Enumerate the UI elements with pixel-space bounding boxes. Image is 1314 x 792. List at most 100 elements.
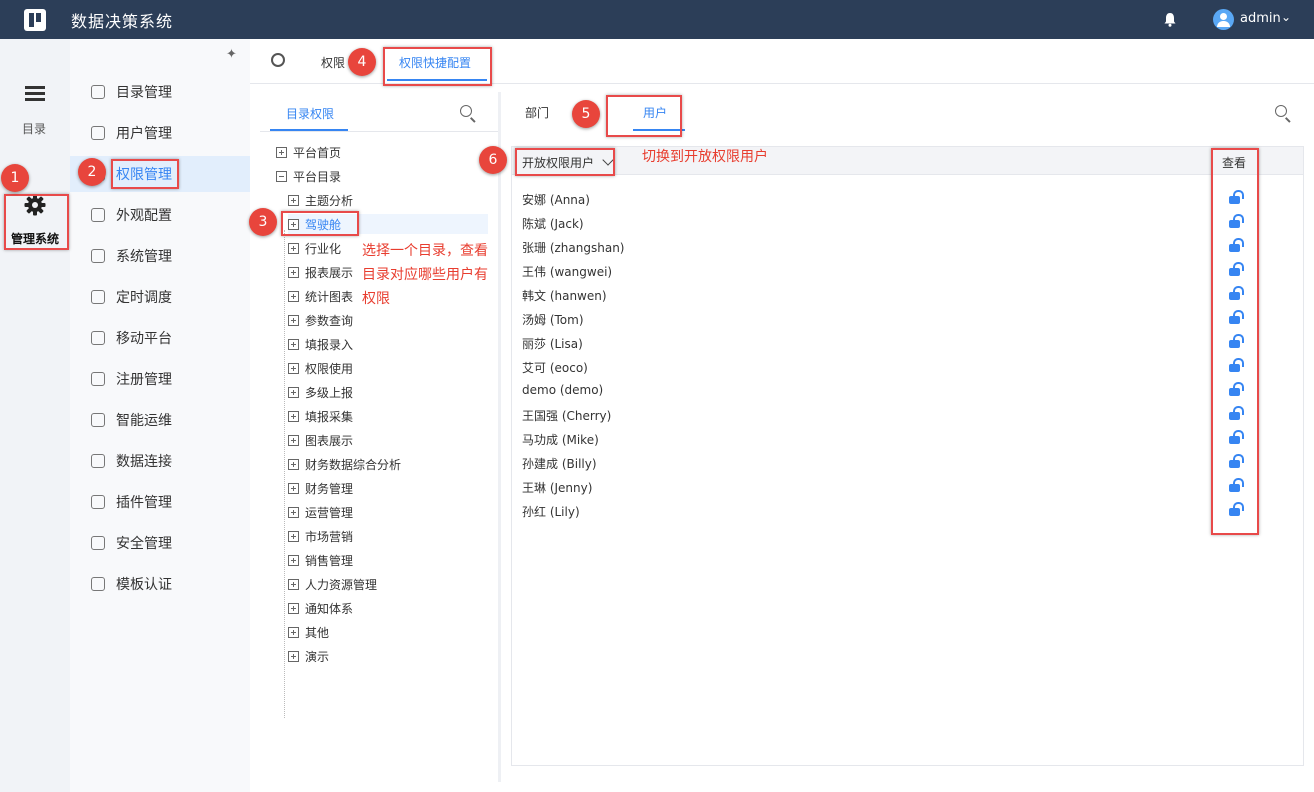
sidebar-item-catalog[interactable]: 目录管理 xyxy=(70,74,250,110)
expand-icon[interactable] xyxy=(288,458,299,470)
sidebar-item-label: 定时调度 xyxy=(116,290,172,306)
tree-node-label: 销售管理 xyxy=(305,553,354,568)
step-badge: 1 xyxy=(1,164,29,192)
table-row: 王国强 (Cherry) xyxy=(522,409,612,423)
step-badge: 3 xyxy=(249,208,277,236)
mobile-icon xyxy=(91,331,105,345)
expand-icon[interactable] xyxy=(288,626,299,638)
expand-icon[interactable] xyxy=(288,242,299,254)
expand-icon[interactable] xyxy=(288,506,299,518)
tree-node-label: 财务管理 xyxy=(305,481,354,496)
table-header: 开放权限用户 查看 xyxy=(512,147,1303,175)
user-name[interactable]: admin xyxy=(1240,11,1281,26)
sidebar-item-label: 插件管理 xyxy=(116,495,172,511)
expand-icon[interactable] xyxy=(288,290,299,302)
callout-box xyxy=(4,194,69,250)
sidebar-item-register[interactable]: 注册管理 xyxy=(70,361,250,397)
app-logo-icon xyxy=(24,8,46,31)
tree-node[interactable]: 平台目录 xyxy=(276,166,341,186)
tab-department[interactable]: 部门 xyxy=(525,104,549,121)
sidebar-item-security[interactable]: 安全管理 xyxy=(70,525,250,561)
expand-icon[interactable] xyxy=(288,482,299,494)
tree-node[interactable]: 统计图表 xyxy=(288,286,353,306)
sidebar-item-users[interactable]: 用户管理 xyxy=(70,115,250,151)
register-icon xyxy=(91,372,105,386)
divider xyxy=(260,131,498,132)
tree-node-label: 参数查询 xyxy=(305,313,354,328)
pin-icon[interactable]: ✦ xyxy=(226,47,237,62)
tree-node[interactable]: 平台首页 xyxy=(276,142,341,162)
settings-icon[interactable] xyxy=(271,53,285,67)
sidebar-item-system[interactable]: 系统管理 xyxy=(70,238,250,274)
step-badge: 2 xyxy=(78,158,106,186)
tree-node-label: 统计图表 xyxy=(305,289,354,304)
sidebar-item-mobile[interactable]: 移动平台 xyxy=(70,320,250,356)
brush-icon xyxy=(91,208,105,222)
tree-guide-line xyxy=(284,230,285,718)
expand-icon[interactable] xyxy=(288,266,299,278)
tree-node[interactable]: 报表展示 xyxy=(288,262,353,282)
expand-icon[interactable] xyxy=(288,314,299,326)
tree-node[interactable]: 演示 xyxy=(288,646,329,666)
tree-node[interactable]: 通知体系 xyxy=(288,598,353,618)
expand-icon[interactable] xyxy=(288,650,299,662)
top-bar: 数据决策系统 admin ⌄ xyxy=(0,0,1314,39)
tree-node[interactable]: 人力资源管理 xyxy=(288,574,377,594)
tree-node[interactable]: 权限使用 xyxy=(288,358,353,378)
list-icon[interactable] xyxy=(25,86,45,102)
tree-node[interactable]: 主题分析 xyxy=(288,190,353,210)
annotation-note: 切换到开放权限用户 xyxy=(642,149,768,165)
bell-icon[interactable] xyxy=(1163,12,1177,27)
expand-icon[interactable] xyxy=(288,554,299,566)
search-icon[interactable] xyxy=(460,105,472,117)
table-row: 安娜 (Anna) xyxy=(522,193,590,207)
expand-icon[interactable] xyxy=(288,194,299,206)
tree-node[interactable]: 市场营销 xyxy=(288,526,353,546)
tree-node[interactable]: 财务管理 xyxy=(288,478,353,498)
tree-node[interactable]: 参数查询 xyxy=(288,310,353,330)
tree-node-label: 其他 xyxy=(305,625,330,640)
app-title: 数据决策系统 xyxy=(71,11,174,31)
tree-node[interactable]: 其他 xyxy=(288,622,329,642)
tree-node[interactable]: 填报录入 xyxy=(288,334,353,354)
sidebar-item-label: 智能运维 xyxy=(116,413,172,429)
chevron-down-icon[interactable]: ⌄ xyxy=(1281,10,1291,24)
expand-icon[interactable] xyxy=(288,386,299,398)
sidebar-item-plugins[interactable]: 插件管理 xyxy=(70,484,250,520)
table-row: demo (demo) xyxy=(522,383,604,397)
collapse-icon[interactable] xyxy=(276,170,287,182)
avatar[interactable] xyxy=(1213,9,1234,30)
expand-icon[interactable] xyxy=(288,410,299,422)
rail-catalog-label[interactable]: 目录 xyxy=(22,120,46,137)
sidebar-item-appearance[interactable]: 外观配置 xyxy=(70,197,250,233)
sidebar: ✦ 目录管理 用户管理 权限管理 外观配置 系统管理 定时调度 移动平台 注册管… xyxy=(70,39,264,792)
tree-node[interactable]: 图表展示 xyxy=(288,430,353,450)
search-icon[interactable] xyxy=(1275,105,1287,117)
expand-icon[interactable] xyxy=(288,602,299,614)
sidebar-item-label: 用户管理 xyxy=(116,126,172,142)
sidebar-item-template-auth[interactable]: 模板认证 xyxy=(70,566,250,602)
table-row: 孙建成 (Billy) xyxy=(522,457,597,471)
sidebar-item-schedule[interactable]: 定时调度 xyxy=(70,279,250,315)
tree-node[interactable]: 财务数据综合分析 xyxy=(288,454,401,474)
sidebar-item-label: 系统管理 xyxy=(116,249,172,265)
step-badge: 6 xyxy=(479,146,507,174)
expand-icon[interactable] xyxy=(288,362,299,374)
sidebar-item-ops[interactable]: 智能运维 xyxy=(70,402,250,438)
tree-node[interactable]: 多级上报 xyxy=(288,382,353,402)
expand-icon[interactable] xyxy=(288,434,299,446)
expand-icon[interactable] xyxy=(288,578,299,590)
tab-catalog-permission[interactable]: 目录权限 xyxy=(286,105,334,122)
tree-node-label: 财务数据综合分析 xyxy=(305,457,402,472)
tree-node[interactable]: 销售管理 xyxy=(288,550,353,570)
tree-node-label: 人力资源管理 xyxy=(305,577,378,592)
tree-node[interactable]: 运营管理 xyxy=(288,502,353,522)
expand-icon[interactable] xyxy=(276,146,287,158)
gear-icon xyxy=(91,249,105,263)
sidebar-item-data-connection[interactable]: 数据连接 xyxy=(70,443,250,479)
tree-node[interactable]: 行业化 xyxy=(288,238,341,258)
expand-icon[interactable] xyxy=(288,530,299,542)
expand-icon[interactable] xyxy=(288,338,299,350)
tab-permission[interactable]: 权限 xyxy=(321,54,345,71)
tree-node[interactable]: 填报采集 xyxy=(288,406,353,426)
